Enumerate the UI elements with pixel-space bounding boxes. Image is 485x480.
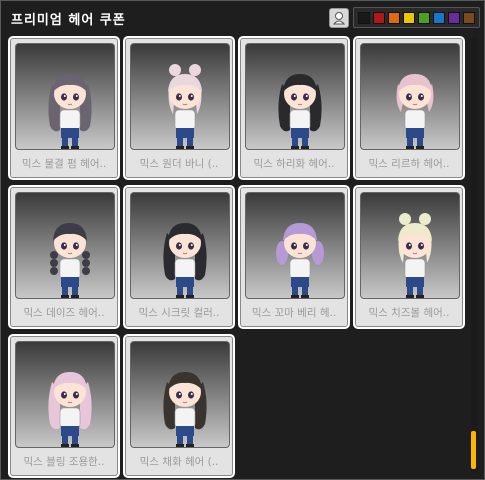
character-icon [332, 12, 346, 25]
character-avatar [270, 64, 330, 149]
avatar-preview-frame [360, 43, 460, 150]
coupon-label: 믹스 데이즈 헤어.. [23, 307, 105, 319]
coupon-card[interactable]: 믹스 원더 바니 (.. [123, 36, 235, 180]
character-avatar [155, 213, 215, 298]
avatar-preview-frame [130, 192, 230, 299]
coupon-card[interactable]: 믹스 리르하 헤어.. [353, 36, 465, 180]
coupon-card[interactable]: 믹스 블링 조용한.. [8, 334, 120, 478]
avatar-preview-frame [15, 192, 115, 299]
hair-coupon-window: 프리미엄 헤어 쿠폰 믹스 물결 펌 헤어.. 믹스 원더 바니 (.. 믹스 … [0, 0, 485, 480]
avatar-preview-frame [245, 192, 345, 299]
scrollbar-track[interactable] [471, 37, 478, 473]
coupon-card[interactable]: 믹스 채화 헤어 (.. [123, 334, 235, 478]
coupon-label: 믹스 하리화 헤어.. [253, 158, 335, 170]
coupon-label: 믹스 리르하 헤어.. [368, 158, 450, 170]
hair-color-palette [353, 7, 480, 28]
character-preview-button[interactable] [329, 8, 349, 28]
coupon-card[interactable]: 믹스 치즈볼 헤어.. [353, 185, 465, 329]
hair-color-swatch[interactable] [403, 12, 415, 24]
coupon-label: 믹스 꼬마 베리 헤.. [251, 307, 337, 319]
coupon-card[interactable]: 믹스 하리화 헤어.. [238, 36, 350, 180]
character-avatar [40, 64, 100, 149]
avatar-preview-frame [245, 43, 345, 150]
hair-color-swatch[interactable] [433, 12, 445, 24]
coupon-label: 믹스 원더 바니 (.. [139, 158, 219, 170]
coupon-label: 믹스 시크릿 컬러.. [138, 307, 220, 319]
coupon-card[interactable]: 믹스 시크릿 컬러.. [123, 185, 235, 329]
character-avatar [40, 362, 100, 447]
avatar-preview-frame [360, 192, 460, 299]
avatar-preview-frame [130, 43, 230, 150]
coupon-card[interactable]: 믹스 물결 펌 헤어.. [8, 36, 120, 180]
hair-color-swatch[interactable] [358, 12, 370, 24]
hair-color-swatch[interactable] [418, 12, 430, 24]
character-avatar [385, 64, 445, 149]
avatar-preview-frame [130, 341, 230, 448]
character-avatar [40, 213, 100, 298]
character-avatar [155, 64, 215, 149]
coupon-label: 믹스 블링 조용한.. [23, 456, 105, 468]
avatar-preview-frame [15, 341, 115, 448]
hair-color-swatch[interactable] [388, 12, 400, 24]
character-avatar [155, 362, 215, 447]
coupon-label: 믹스 물결 펌 헤어.. [21, 158, 107, 170]
hair-color-swatch[interactable] [463, 12, 475, 24]
coupon-card[interactable]: 믹스 꼬마 베리 헤.. [238, 185, 350, 329]
coupon-label: 믹스 채화 헤어 (.. [139, 456, 219, 468]
coupon-card[interactable]: 믹스 데이즈 헤어.. [8, 185, 120, 329]
titlebar: 프리미엄 헤어 쿠폰 [1, 1, 484, 33]
hair-color-swatch[interactable] [448, 12, 460, 24]
scrollbar-thumb[interactable] [471, 431, 476, 469]
character-avatar [270, 213, 330, 298]
hair-color-swatch[interactable] [373, 12, 385, 24]
avatar-preview-frame [15, 43, 115, 150]
coupon-label: 믹스 치즈볼 헤어.. [368, 307, 450, 319]
character-avatar [385, 213, 445, 298]
window-title: 프리미엄 헤어 쿠폰 [11, 13, 126, 28]
coupon-grid: 믹스 물결 펌 헤어.. 믹스 원더 바니 (.. 믹스 하리화 헤어.. 믹스… [1, 33, 469, 479]
